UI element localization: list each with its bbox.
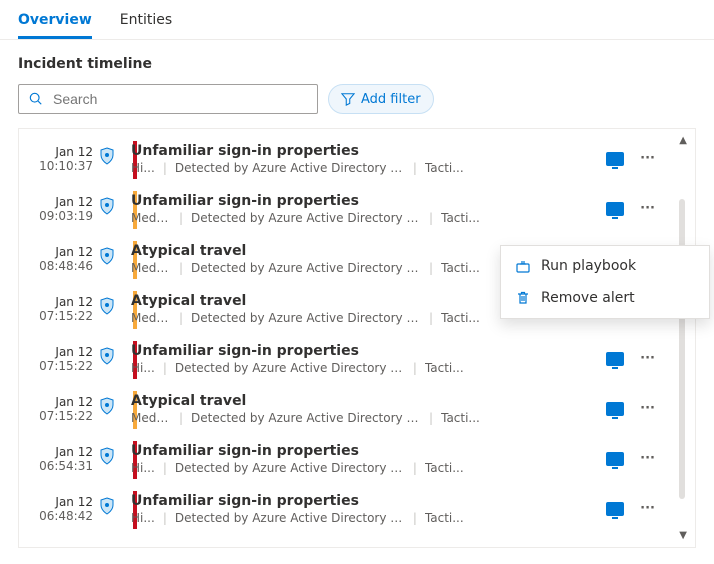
tactics: Tacti... bbox=[441, 211, 480, 225]
alert-title: Unfamiliar sign-in properties bbox=[131, 443, 606, 459]
timeline-panel: ▲ ▼ Jan 1210:10:37 Unfamiliar sign-in pro… bbox=[18, 128, 696, 548]
timeline-row[interactable]: Jan 1206:54:31 Unfamiliar sign-in propert… bbox=[29, 435, 663, 485]
detected-by: Detected by Azure Active Directory Ident… bbox=[175, 461, 405, 475]
tactics: Tacti... bbox=[425, 161, 464, 175]
severity-text: Hi... bbox=[131, 161, 155, 175]
alert-meta: Medi...|Detected by Azure Active Directo… bbox=[131, 211, 606, 225]
shield-icon bbox=[99, 341, 125, 365]
tactics: Tacti... bbox=[425, 461, 464, 475]
timeline-row[interactable]: Jan 1207:15:22 Unfamiliar sign-in propert… bbox=[29, 335, 663, 385]
add-filter-button[interactable]: Add filter bbox=[328, 84, 434, 114]
severity-text: Hi... bbox=[131, 511, 155, 525]
menu-remove-alert-label: Remove alert bbox=[541, 290, 635, 306]
more-actions-button[interactable]: ··· bbox=[636, 351, 659, 366]
shield-icon bbox=[99, 491, 125, 515]
timeline-rows: Jan 1210:10:37 Unfamiliar sign-in propert… bbox=[19, 135, 695, 535]
timestamp: Jan 1209:03:19 bbox=[33, 191, 99, 223]
timestamp: Jan 1206:48:42 bbox=[33, 491, 99, 523]
machine-icon bbox=[606, 352, 624, 366]
search-input[interactable] bbox=[51, 90, 307, 108]
severity-text: Medi... bbox=[131, 411, 171, 425]
scroll-up-icon[interactable]: ▲ bbox=[679, 135, 687, 146]
alert-meta: Medi...|Detected by Azure Active Directo… bbox=[131, 411, 606, 425]
scroll-track[interactable] bbox=[679, 199, 685, 499]
tactics: Tacti... bbox=[425, 511, 464, 525]
alert-meta: Hi...|Detected by Azure Active Directory… bbox=[131, 161, 606, 175]
tab-entities[interactable]: Entities bbox=[120, 6, 172, 39]
more-actions-button[interactable]: ··· bbox=[636, 201, 659, 216]
severity-text: Medi... bbox=[131, 211, 171, 225]
alert-title: Unfamiliar sign-in properties bbox=[131, 493, 606, 509]
detected-by: Detected by Azure Active Directory Ident… bbox=[175, 161, 405, 175]
shield-icon bbox=[99, 391, 125, 415]
timeline-row[interactable]: Jan 1207:15:22 Atypical travel Medi...|Det… bbox=[29, 385, 663, 435]
timestamp: Jan 1206:54:31 bbox=[33, 441, 99, 473]
alert-meta: Hi...|Detected by Azure Active Directory… bbox=[131, 511, 606, 525]
shield-icon bbox=[99, 191, 125, 215]
tactics: Tacti... bbox=[441, 311, 480, 325]
add-filter-label: Add filter bbox=[361, 92, 421, 107]
alert-meta: Hi...|Detected by Azure Active Directory… bbox=[131, 461, 606, 475]
detected-by: Detected by Azure Active Directory Ident… bbox=[175, 361, 405, 375]
menu-run-playbook-label: Run playbook bbox=[541, 258, 636, 274]
alert-meta: Hi...|Detected by Azure Active Directory… bbox=[131, 361, 606, 375]
machine-icon bbox=[606, 452, 624, 466]
detected-by: Detected by Azure Active Directory Ident… bbox=[191, 411, 421, 425]
machine-icon bbox=[606, 502, 624, 516]
tactics: Tacti... bbox=[425, 361, 464, 375]
more-actions-button[interactable]: ··· bbox=[636, 451, 659, 466]
timestamp: Jan 1208:48:46 bbox=[33, 241, 99, 273]
severity-text: Hi... bbox=[131, 361, 155, 375]
alert-title: Unfamiliar sign-in properties bbox=[131, 343, 606, 359]
menu-remove-alert[interactable]: Remove alert bbox=[501, 282, 709, 314]
machine-icon bbox=[606, 202, 624, 216]
more-actions-button[interactable]: ··· bbox=[636, 401, 659, 416]
machine-icon bbox=[606, 152, 624, 166]
menu-run-playbook[interactable]: Run playbook bbox=[501, 250, 709, 282]
context-menu: Run playbook Remove alert bbox=[500, 245, 710, 319]
detected-by: Detected by Azure Active Directory Ident… bbox=[191, 311, 421, 325]
toolbar: Add filter bbox=[18, 84, 696, 114]
detected-by: Detected by Azure Active Directory Ident… bbox=[175, 511, 405, 525]
tab-overview[interactable]: Overview bbox=[18, 6, 92, 39]
more-actions-button[interactable]: ··· bbox=[636, 151, 659, 166]
search-icon bbox=[29, 92, 43, 106]
shield-icon bbox=[99, 291, 125, 315]
section-title: Incident timeline bbox=[18, 56, 696, 72]
more-actions-button[interactable]: ··· bbox=[636, 501, 659, 516]
timestamp: Jan 1207:15:22 bbox=[33, 341, 99, 373]
alert-title: Unfamiliar sign-in properties bbox=[131, 193, 606, 209]
scroll-down-icon[interactable]: ▼ bbox=[679, 530, 687, 541]
tactics: Tacti... bbox=[441, 411, 480, 425]
timeline-row[interactable]: Jan 1209:03:19 Unfamiliar sign-in propert… bbox=[29, 185, 663, 235]
tactics: Tacti... bbox=[441, 261, 480, 275]
tab-bar: Overview Entities bbox=[0, 0, 714, 40]
severity-text: Medi... bbox=[131, 311, 171, 325]
alert-title: Atypical travel bbox=[131, 393, 606, 409]
shield-icon bbox=[99, 141, 125, 165]
search-box[interactable] bbox=[18, 84, 318, 114]
timestamp: Jan 1207:15:22 bbox=[33, 291, 99, 323]
severity-text: Medi... bbox=[131, 261, 171, 275]
timestamp: Jan 1207:15:22 bbox=[33, 391, 99, 423]
timeline-row[interactable]: Jan 1210:10:37 Unfamiliar sign-in propert… bbox=[29, 135, 663, 185]
shield-icon bbox=[99, 441, 125, 465]
playbook-icon bbox=[515, 258, 531, 274]
trash-icon bbox=[515, 290, 531, 306]
detected-by: Detected by Azure Active Directory Ident… bbox=[191, 261, 421, 275]
detected-by: Detected by Azure Active Directory Ident… bbox=[191, 211, 421, 225]
severity-text: Hi... bbox=[131, 461, 155, 475]
timestamp: Jan 1210:10:37 bbox=[33, 141, 99, 173]
timeline-row[interactable]: Jan 1206:48:42 Unfamiliar sign-in propert… bbox=[29, 485, 663, 535]
machine-icon bbox=[606, 402, 624, 416]
filter-icon bbox=[341, 92, 355, 106]
shield-icon bbox=[99, 241, 125, 265]
alert-title: Unfamiliar sign-in properties bbox=[131, 143, 606, 159]
